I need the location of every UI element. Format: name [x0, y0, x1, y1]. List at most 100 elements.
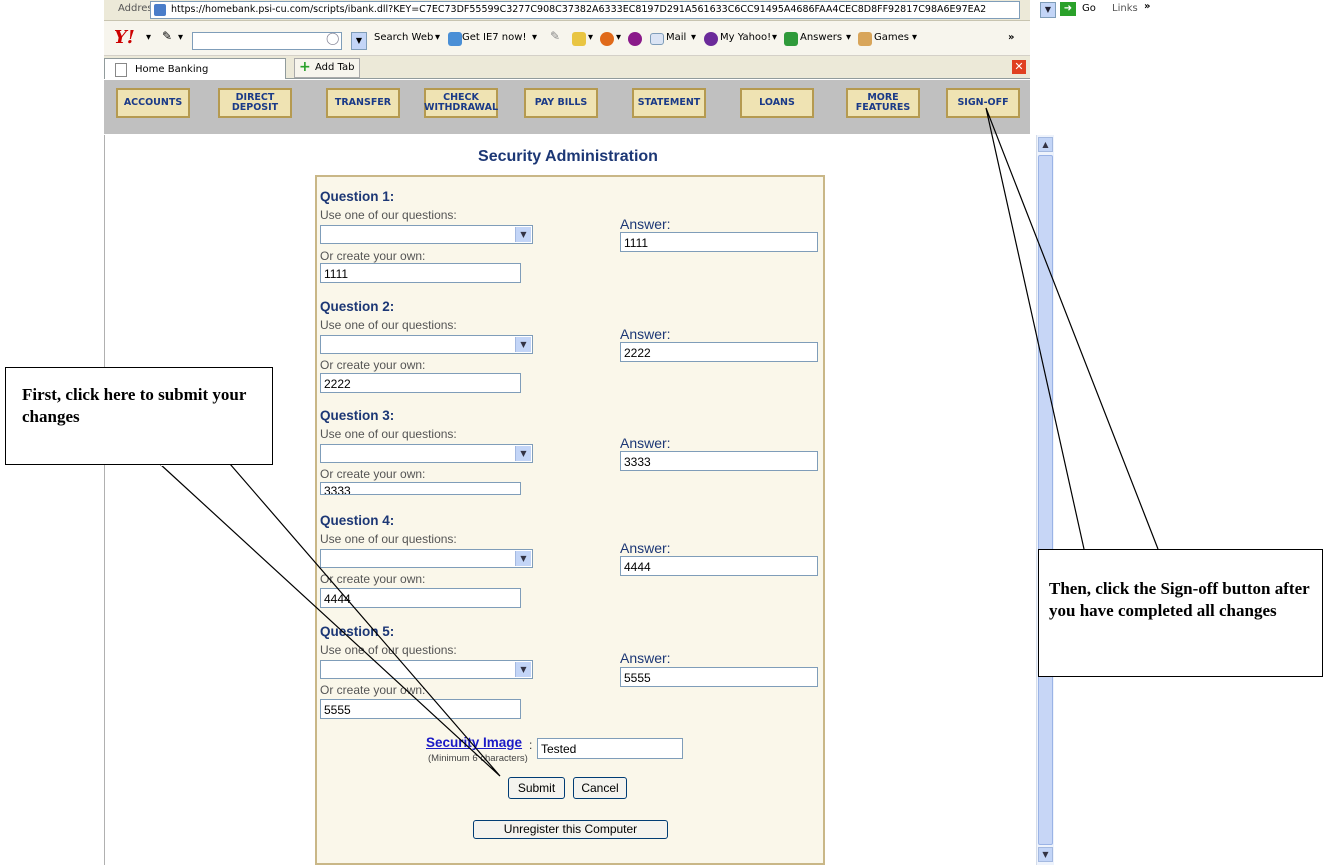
nav-direct-deposit-button[interactable]: DIRECT DEPOSIT	[218, 88, 292, 118]
chevron-down-icon: ▼	[515, 662, 531, 677]
toolbar-more-icon[interactable]: »	[1008, 32, 1014, 43]
answers-icon	[784, 32, 798, 46]
question-3-custom-label: Or create your own:	[320, 467, 426, 481]
calendar-icon[interactable]	[572, 32, 586, 46]
magnifier-icon[interactable]: ◯	[326, 31, 339, 45]
nav-loans-button[interactable]: LOANS	[740, 88, 814, 118]
answer-2-input[interactable]: 2222	[620, 342, 818, 362]
calendar-dropdown-icon[interactable]: ▾	[588, 32, 593, 43]
security-image-colon: :	[529, 738, 533, 752]
yahoo-search-input[interactable]	[192, 32, 342, 50]
answer-5-input[interactable]: 5555	[620, 667, 818, 687]
security-image-note: (Minimum 6 characters)	[428, 753, 528, 764]
security-image-input[interactable]: Tested	[537, 738, 683, 759]
tab-label: Home Banking	[135, 64, 209, 75]
answer-1-label: Answer:	[620, 216, 671, 232]
question-1-label: Question 1:	[320, 189, 395, 204]
ie-icon	[448, 32, 462, 46]
question-5-custom-label: Or create your own:	[320, 683, 426, 697]
question-3-label: Question 3:	[320, 408, 395, 423]
sun-icon[interactable]	[600, 32, 614, 46]
highlighter-icon[interactable]: ✎	[550, 29, 560, 43]
chevron-down-icon: ▼	[515, 227, 531, 242]
get-ie7-dropdown-icon[interactable]: ▾	[532, 32, 537, 43]
pencil-icon[interactable]: ✎	[162, 29, 172, 43]
address-bar: Address https://homebank.psi-cu.com/scri…	[104, 0, 1150, 21]
main-nav: ACCOUNTS DIRECT DEPOSIT TRANSFER CHECK W…	[104, 80, 1030, 134]
nav-sign-off-button[interactable]: SIGN-OFF	[946, 88, 1020, 118]
answer-4-input[interactable]: 4444	[620, 556, 818, 576]
submit-instruction-callout: First, click here to submit your changes	[5, 367, 273, 465]
games-icon	[858, 32, 872, 46]
question-3-select[interactable]: ▼	[320, 444, 533, 463]
search-web-button[interactable]: Search Web	[374, 32, 433, 43]
go-button[interactable]: Go	[1082, 3, 1096, 14]
yahoo-toolbar: Y! ▾ ✎ ▾ ◯ ▼ Search Web ▾ Get IE7 now! ▾…	[104, 21, 1030, 56]
url-text: https://homebank.psi-cu.com/scripts/iban…	[171, 4, 987, 15]
question-3-custom-input[interactable]: 3333	[320, 482, 521, 495]
games-button[interactable]: Games	[874, 32, 909, 43]
chevron-down-icon: ▼	[515, 551, 531, 566]
submit-button[interactable]: Submit	[508, 777, 565, 799]
question-3-preset-label: Use one of our questions:	[320, 427, 457, 441]
question-4-preset-label: Use one of our questions:	[320, 532, 457, 546]
answer-2-label: Answer:	[620, 326, 671, 342]
my-yahoo-button[interactable]: My Yahoo!	[720, 32, 771, 43]
mail-icon	[650, 33, 664, 45]
yahoo-logo[interactable]: Y!	[114, 27, 135, 48]
scroll-up-icon[interactable]: ▲	[1038, 137, 1053, 152]
question-4-custom-label: Or create your own:	[320, 572, 426, 586]
radio-icon[interactable]	[628, 32, 642, 46]
answer-3-input[interactable]: 3333	[620, 451, 818, 471]
question-5-select[interactable]: ▼	[320, 660, 533, 679]
question-2-custom-input[interactable]: 2222	[320, 373, 521, 393]
links-more-icon[interactable]: »	[1144, 1, 1150, 12]
scroll-thumb[interactable]	[1038, 155, 1053, 845]
answers-dropdown-icon[interactable]: ▾	[846, 32, 851, 43]
mail-dropdown-icon[interactable]: ▾	[691, 32, 696, 43]
nav-more-features-button[interactable]: MORE FEATURES	[846, 88, 920, 118]
question-2-select[interactable]: ▼	[320, 335, 533, 354]
get-ie7-button[interactable]: Get IE7 now!	[462, 32, 526, 43]
tab-home-banking[interactable]: Home Banking	[104, 58, 286, 79]
pencil-dropdown-icon[interactable]: ▾	[178, 32, 183, 43]
answers-button[interactable]: Answers	[800, 32, 842, 43]
page-icon	[115, 63, 127, 77]
nav-check-withdrawal-button[interactable]: CHECK WITHDRAWAL	[424, 88, 498, 118]
games-dropdown-icon[interactable]: ▾	[912, 32, 917, 43]
search-dropdown-icon[interactable]: ▼	[351, 32, 367, 50]
question-2-custom-label: Or create your own:	[320, 358, 426, 372]
question-1-select[interactable]: ▼	[320, 225, 533, 244]
sun-dropdown-icon[interactable]: ▾	[616, 32, 621, 43]
close-icon[interactable]: ✕	[1012, 60, 1026, 74]
question-1-custom-label: Or create your own:	[320, 249, 426, 263]
answer-4-label: Answer:	[620, 540, 671, 556]
go-arrow-icon[interactable]: ➜	[1060, 2, 1076, 16]
my-yahoo-dropdown-icon[interactable]: ▾	[772, 32, 777, 43]
question-4-select[interactable]: ▼	[320, 549, 533, 568]
nav-statement-button[interactable]: STATEMENT	[632, 88, 706, 118]
cancel-button[interactable]: Cancel	[573, 777, 627, 799]
security-image-link[interactable]: Security Image	[426, 735, 522, 750]
question-2-label: Question 2:	[320, 299, 395, 314]
add-tab-button[interactable]: + Add Tab	[294, 58, 360, 78]
nav-accounts-button[interactable]: ACCOUNTS	[116, 88, 190, 118]
mail-button[interactable]: Mail	[666, 32, 686, 43]
yahoo-menu-dropdown-icon[interactable]: ▾	[146, 32, 151, 43]
question-5-preset-label: Use one of our questions:	[320, 643, 457, 657]
vertical-scrollbar[interactable]: ▲ ▼	[1036, 135, 1054, 865]
links-label[interactable]: Links	[1112, 3, 1138, 14]
question-5-custom-input[interactable]: 5555	[320, 699, 521, 719]
nav-pay-bills-button[interactable]: PAY BILLS	[524, 88, 598, 118]
question-1-custom-input[interactable]: 1111	[320, 263, 521, 283]
nav-transfer-button[interactable]: TRANSFER	[326, 88, 400, 118]
scroll-down-icon[interactable]: ▼	[1038, 847, 1053, 862]
question-4-custom-input[interactable]: 4444	[320, 588, 521, 608]
answer-1-input[interactable]: 1111	[620, 232, 818, 252]
page-title: Security Administration	[478, 148, 658, 165]
unregister-computer-button[interactable]: Unregister this Computer	[473, 820, 668, 839]
search-web-dropdown-icon[interactable]: ▾	[435, 32, 440, 43]
url-dropdown-icon[interactable]: ▼	[1040, 2, 1056, 18]
url-field[interactable]: https://homebank.psi-cu.com/scripts/iban…	[150, 1, 1020, 19]
answer-3-label: Answer:	[620, 435, 671, 451]
